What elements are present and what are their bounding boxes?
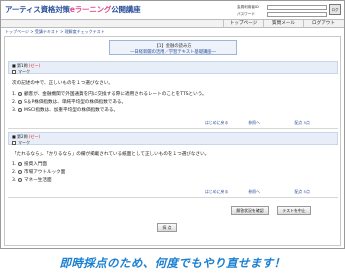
nav-bar: トップページ 質問メール ログアウト	[1, 19, 344, 28]
radio-button[interactable]	[18, 100, 22, 104]
question-2-option-3[interactable]: 3. マネー生活面	[12, 177, 52, 184]
question-1-link-top[interactable]: はじめに戻る	[205, 120, 247, 126]
question-2-links: はじめに戻る 参照へ 配点 5点	[205, 189, 335, 195]
option-number: 2.	[12, 99, 17, 105]
option-number: 3.	[12, 107, 17, 113]
divider	[8, 197, 338, 198]
option-number: 3.	[12, 177, 17, 183]
question-2-link-top[interactable]: はじめに戻る	[205, 189, 247, 195]
check-answers-button[interactable]: 解答状況を確認	[231, 206, 269, 215]
page-title-sub: ―日経新聞の活用／学習テキスト基礎講座―	[130, 50, 216, 55]
question-1-mark-checkbox[interactable]	[12, 70, 16, 74]
brand-suffix: 公開講座	[111, 5, 141, 14]
nav-tab-logout[interactable]: ログアウト	[303, 20, 343, 28]
site-logo[interactable]: アーティス資格対策eラーニング公開講座	[5, 4, 141, 15]
question-1-mark[interactable]: マーク	[12, 69, 30, 75]
question-2-option-1[interactable]: 1. 投資入門面	[12, 161, 47, 168]
option-label: マネー生活面	[24, 178, 52, 183]
question-2-score: 配点 5点	[294, 189, 310, 194]
option-label: 顧客が、金融機関で外国通貨を円に交換する際に適用されるレートのことをTTSという…	[24, 92, 207, 97]
question-1-option-3[interactable]: 3. MSCI指数は、加重平均型の株価指数である。	[12, 107, 119, 114]
radio-button[interactable]	[18, 92, 22, 96]
question-1-option-1[interactable]: 1. 顧客が、金融機関で外国通貨を円に交換する際に適用されるレートのことをTTS…	[12, 91, 207, 98]
user-id-label: 会員利用者ID	[237, 4, 259, 9]
question-2-text: 「たれるなら」、「かりるなら」の欄が掲載されている紙面として正しいものを１つ選び…	[12, 152, 210, 157]
question-1-number: ■ 第1問	[12, 63, 28, 68]
question-1-header: ■ 第1問 (ゼー) マーク	[8, 61, 338, 74]
radio-button[interactable]	[18, 108, 22, 112]
test-panel: 【1】金融の読み方 ―日経新聞の活用／学習テキスト基礎講座― ■ 第1問 (ゼー…	[4, 36, 341, 246]
question-2-mark[interactable]: マーク	[12, 140, 30, 146]
question-1-links: はじめに戻る 参照へ 配点 5点	[205, 120, 335, 126]
site-header: アーティス資格対策eラーニング公開講座 会員利用者ID パスワード ログイン	[1, 1, 344, 23]
question-1-mark-label: マーク	[18, 69, 30, 74]
stop-test-button[interactable]: テストを中止	[277, 206, 311, 215]
question-1-option-2[interactable]: 2. S＆P株価指数は、単純平均型の株価指数である。	[12, 99, 127, 106]
question-2-number: ■ 第2問	[12, 134, 28, 139]
divider	[8, 128, 338, 129]
nav-tab-top[interactable]: トップページ	[223, 20, 263, 28]
question-2-header: ■ 第2問 (ゼー) マーク	[8, 132, 338, 145]
radio-button[interactable]	[18, 162, 22, 166]
question-1-text: 次の記述の中で、正しいものを１つ選びなさい。	[12, 81, 113, 86]
question-1-score: 配点 5点	[294, 120, 310, 125]
promo-caption: 即時採点のため、何度でもやり直せます！	[59, 256, 286, 270]
question-2-mark-label: マーク	[18, 140, 30, 145]
option-label: 市場アウトルック面	[24, 170, 66, 175]
brand-prefix: アーティス資格対策	[5, 5, 70, 14]
app-frame: アーティス資格対策eラーニング公開講座 会員利用者ID パスワード ログイン ト…	[0, 0, 345, 249]
option-label: MSCI指数は、加重平均型の株価指数である。	[24, 108, 119, 113]
option-label: S＆P株価指数は、単純平均型の株価指数である。	[24, 100, 127, 105]
option-number: 2.	[12, 169, 17, 175]
option-number: 1.	[12, 91, 17, 97]
grade-button[interactable]: 採 点	[157, 223, 177, 232]
password-label: パスワード	[237, 11, 255, 16]
breadcrumb[interactable]: トップページ > 受講テキスト > 理解度チェックテスト	[5, 29, 105, 35]
option-label: 投資入門面	[24, 162, 47, 167]
question-2-warning: (ゼー)	[28, 134, 41, 139]
user-id-input[interactable]	[267, 4, 327, 10]
login-button[interactable]: ログイン	[329, 4, 341, 23]
option-number: 1.	[12, 161, 17, 167]
question-2-link-ref[interactable]: 参照へ	[248, 189, 293, 195]
nav-tab-mail[interactable]: 質問メール	[263, 20, 303, 28]
brand-highlight: eラーニング	[69, 5, 112, 14]
radio-button[interactable]	[18, 178, 22, 182]
question-1-warning: (ゼー)	[28, 63, 41, 68]
login-area: 会員利用者ID パスワード ログイン	[237, 4, 341, 23]
page-title: 【1】金融の読み方 ―日経新聞の活用／学習テキスト基礎講座―	[109, 40, 237, 55]
question-1-link-ref[interactable]: 参照へ	[248, 120, 293, 126]
question-2-option-2[interactable]: 2. 市場アウトルック面	[12, 169, 66, 176]
radio-button[interactable]	[18, 170, 22, 174]
question-2-mark-checkbox[interactable]	[12, 141, 16, 145]
password-input[interactable]	[267, 11, 327, 17]
